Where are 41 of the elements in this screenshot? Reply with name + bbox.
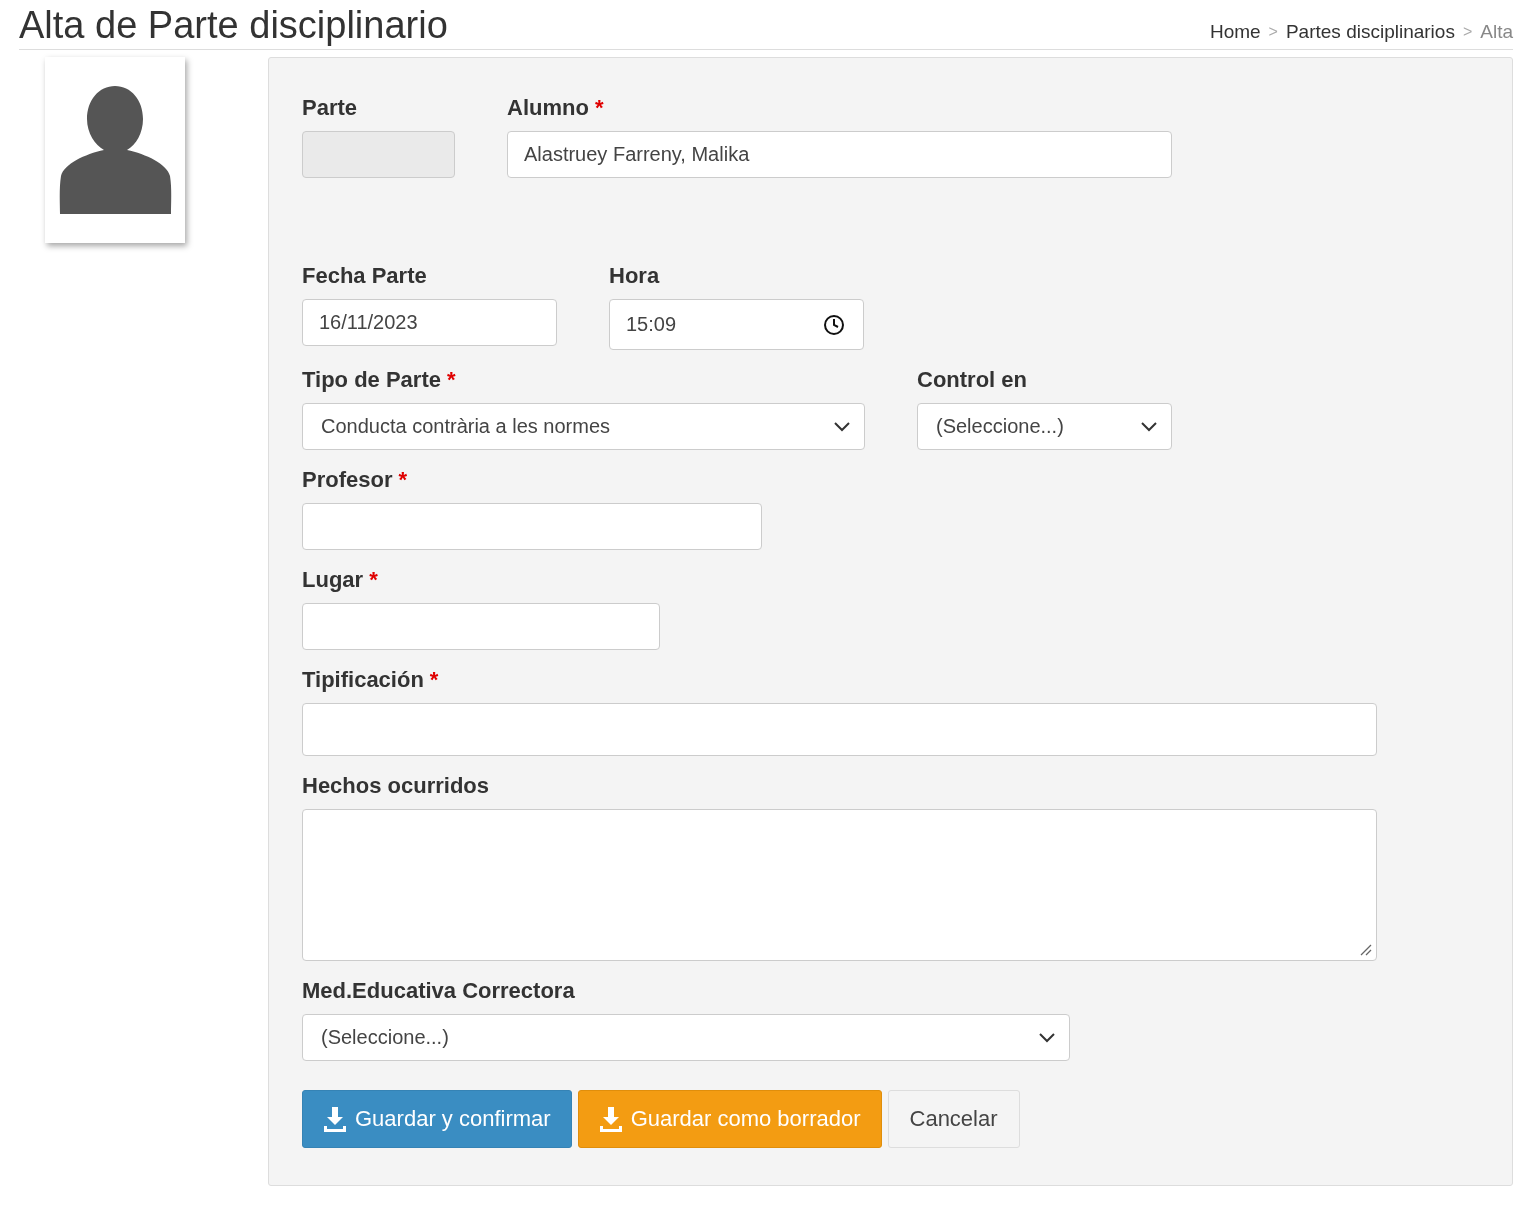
chevron-down-icon bbox=[1141, 421, 1157, 432]
required-mark: * bbox=[429, 667, 439, 692]
input-field[interactable] bbox=[302, 603, 660, 650]
input-field[interactable]: Alastruey Farreny, Malika bbox=[507, 131, 1172, 178]
download-icon bbox=[323, 1106, 347, 1132]
field-label: Lugar bbox=[302, 567, 364, 592]
field-label: Hora bbox=[609, 263, 660, 288]
chevron-down-icon bbox=[834, 421, 850, 432]
field-label: Alumno bbox=[507, 95, 589, 120]
field-label: Med.Educativa Correctora bbox=[302, 978, 575, 1003]
person-silhouette-icon bbox=[58, 84, 172, 216]
download-icon bbox=[598, 1106, 623, 1132]
field-label: Tipificación bbox=[302, 667, 424, 692]
required-mark: * bbox=[594, 95, 604, 120]
field-label: Parte bbox=[302, 95, 358, 120]
input-field[interactable] bbox=[302, 503, 762, 550]
resize-grip-icon bbox=[1360, 944, 1372, 956]
page-title: Alta de Parte disciplinario bbox=[19, 3, 448, 48]
time-input-field[interactable]: 15:09 bbox=[609, 299, 864, 350]
text-area[interactable] bbox=[302, 809, 1377, 961]
save-button[interactable]: Guardar y confirmar bbox=[302, 1090, 572, 1148]
field-label: Hechos ocurridos bbox=[302, 773, 490, 798]
required-mark: * bbox=[446, 367, 456, 392]
breadcrumb-link[interactable]: Home bbox=[1209, 21, 1261, 43]
breadcrumb-separator: > bbox=[1268, 23, 1278, 41]
clock-icon bbox=[823, 313, 845, 336]
select-dropdown[interactable]: Conducta contrària a les normes bbox=[302, 403, 865, 450]
required-mark: * bbox=[369, 567, 378, 592]
chevron-down-icon bbox=[1039, 1032, 1055, 1043]
field-label: Fecha Parte bbox=[302, 263, 427, 288]
breadcrumb-separator: > bbox=[1462, 23, 1473, 41]
field-label: Control en bbox=[917, 367, 1027, 392]
select-dropdown[interactable]: (Seleccione...) bbox=[302, 1014, 1070, 1061]
input-field[interactable] bbox=[302, 703, 1377, 756]
breadcrumb-link[interactable]: Partes disciplinarios bbox=[1285, 21, 1455, 43]
field-label: Tipo de Parte bbox=[302, 367, 441, 392]
input-field[interactable]: 16/11/2023 bbox=[302, 299, 557, 346]
field-label: Profesor bbox=[302, 467, 393, 492]
select-dropdown[interactable]: (Seleccione...) bbox=[917, 403, 1172, 450]
cancel-button[interactable]: Cancelar bbox=[887, 1090, 1020, 1148]
required-mark: * bbox=[398, 467, 408, 492]
